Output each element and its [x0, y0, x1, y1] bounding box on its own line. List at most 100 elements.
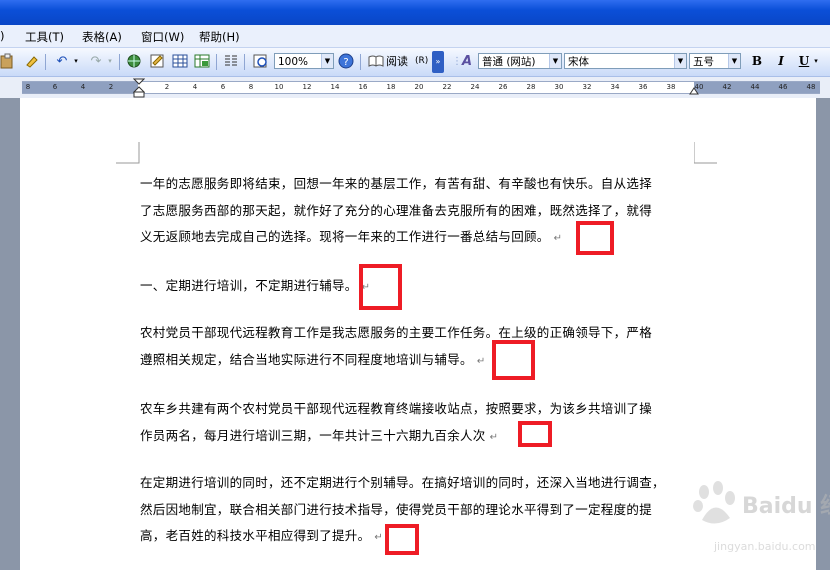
watermark-url: jingyan.baidu.com: [714, 540, 816, 553]
ruler-tick: 14: [330, 83, 340, 91]
ruler-tick: 20: [414, 83, 424, 91]
underline-dropdown-icon[interactable]: ▾: [812, 53, 820, 70]
ruler-tick: 8: [25, 83, 31, 91]
ruler-tick: 2: [108, 83, 114, 91]
ruler-tick: 44: [750, 83, 760, 91]
formatting-toolbar: ↶ ▾ ↷ ▾ 100% ▼ ? 阅读 (R) » ⋮ A 普通 (网站) ▼ …: [0, 48, 830, 77]
ruler-tick: 6: [220, 83, 226, 91]
baidu-paw-icon: [693, 481, 735, 524]
font-size-value: 五号: [693, 56, 714, 68]
menu-item-format-partial[interactable]: ): [0, 29, 5, 43]
ruler-tick: 18: [386, 83, 396, 91]
style-combo[interactable]: 普通 (网站) ▼: [478, 53, 562, 69]
ruler-tick: 16: [358, 83, 368, 91]
chevron-down-icon[interactable]: ▼: [728, 54, 740, 68]
ruler-tick: 28: [526, 83, 536, 91]
redo-dropdown-icon[interactable]: ▾: [106, 53, 114, 70]
left-gutter: [0, 98, 20, 570]
toolbar-grip: ⋮: [452, 56, 462, 67]
undo-icon[interactable]: ↶: [52, 53, 72, 70]
book-icon: [368, 53, 384, 70]
hyperlink-icon[interactable]: [126, 53, 142, 70]
help-icon[interactable]: ?: [338, 53, 354, 70]
right-indent-marker[interactable]: [689, 85, 699, 95]
ruler-tick: 36: [638, 83, 648, 91]
toolbar-options-icon[interactable]: »: [432, 51, 444, 73]
zoom-value: 100%: [278, 56, 309, 68]
columns-icon[interactable]: [223, 53, 239, 70]
ruler-tick: 38: [666, 83, 676, 91]
ruler-tick: 26: [498, 83, 508, 91]
format-painter-icon[interactable]: [24, 53, 40, 70]
chevron-down-icon[interactable]: ▼: [321, 54, 333, 68]
watermark-brand: Baidu 经验: [742, 494, 830, 519]
italic-button[interactable]: I: [772, 53, 790, 70]
insert-table-icon[interactable]: [172, 53, 188, 70]
chevron-down-icon[interactable]: ▼: [549, 54, 561, 68]
toolbar-separator: [360, 54, 361, 70]
font-value: 宋体: [568, 56, 589, 68]
text-line: 农车乡共建有两个农村党员干部现代远程教育终端接收站点，按照要求，为该乡共培训了操: [140, 401, 653, 416]
ruler-tick: 24: [470, 83, 480, 91]
read-hotkey: (R): [415, 56, 429, 66]
paragraph-mark-icon: ↵: [476, 355, 486, 367]
chevron-down-icon[interactable]: ▼: [674, 54, 686, 68]
underline-button[interactable]: U: [796, 53, 812, 70]
ruler-tick: 6: [52, 83, 58, 91]
annotation-highlight-box: [576, 221, 614, 255]
tables-borders-icon[interactable]: [149, 53, 165, 70]
menu-item-tools[interactable]: 工具(T): [25, 29, 64, 45]
ruler-tick: 34: [610, 83, 620, 91]
document-map-icon[interactable]: [252, 53, 270, 70]
text-line: 一年的志愿服务即将结束，回想一年来的基层工作，有苦有甜、有辛酸也有快乐。自从选择: [140, 176, 653, 191]
read-label: 阅读: [386, 55, 408, 68]
text-line: 然后因地制宜，联合相关部门进行技术指导，使得党员干部的理论水平得到了一定程度的提: [140, 501, 653, 517]
styles-formatting-icon[interactable]: A: [458, 53, 476, 70]
ruler-tick: 22: [442, 83, 452, 91]
annotation-highlight-box: [492, 340, 535, 380]
margin-corner-mark-left: [116, 142, 140, 164]
paragraph-stations[interactable]: 农车乡共建有两个农村党员干部现代远程教育终端接收站点，按照要求，为该乡共培训了操…: [140, 396, 696, 449]
ruler-tick: 2: [164, 83, 170, 91]
menu-item-help[interactable]: 帮助(H): [199, 29, 240, 45]
paragraph-mark-icon: ↵: [489, 431, 499, 443]
ruler-tick: 12: [302, 83, 312, 91]
read-button[interactable]: 阅读: [386, 53, 414, 70]
menu-bar: ) 工具(T) 表格(A) 窗口(W) 帮助(H): [0, 25, 830, 48]
window-title-bar: [0, 0, 830, 25]
style-value: 普通 (网站): [482, 56, 536, 68]
ruler-tick: 42: [722, 83, 732, 91]
text-line: 作员两名，每月进行培训三期，一年共计三十六期九百余人次 ↵: [140, 423, 696, 450]
annotation-highlight-box: [359, 264, 402, 310]
toolbar-separator: [244, 54, 245, 70]
horizontal-ruler: 8 6 4 2 2 4 6 8 10 12 14 16 18 20 22 24 …: [0, 77, 830, 99]
margin-corner-mark-right: [694, 142, 717, 164]
paragraph-mark-icon: ↵: [553, 233, 563, 244]
font-size-combo[interactable]: 五号 ▼: [689, 53, 741, 69]
ruler-tick: 30: [554, 83, 564, 91]
text-line: 农村党员干部现代远程教育工作是我志愿服务的主要工作任务。在上级的正确领导下，严格: [140, 325, 653, 340]
text-line: 在定期进行培训的同时，还不定期进行个别辅导。在搞好培训的同时，还深入当地进行调查…: [140, 475, 665, 490]
paragraph-work[interactable]: 农村党员干部现代远程教育工作是我志愿服务的主要工作任务。在上级的正确领导下，严格…: [140, 320, 696, 373]
font-combo[interactable]: 宋体 ▼: [564, 53, 687, 69]
ruler-tick: 4: [192, 83, 198, 91]
ruler-tick: 10: [274, 83, 284, 91]
first-line-indent-marker[interactable]: [133, 78, 145, 98]
paragraph-mark-icon: ↵: [374, 532, 384, 543]
paragraph-heading[interactable]: 一、定期进行培训，不定期进行辅导。 ↵: [140, 273, 696, 300]
menu-item-table[interactable]: 表格(A): [82, 29, 122, 45]
annotation-highlight-box: [518, 421, 552, 447]
ruler-tick: 32: [582, 83, 592, 91]
ruler-tick: 46: [778, 83, 788, 91]
insert-excel-icon[interactable]: [194, 53, 210, 70]
ruler-tick: 8: [248, 83, 254, 91]
undo-dropdown-icon[interactable]: ▾: [72, 53, 80, 70]
text-line: 一、定期进行培训，不定期进行辅导。 ↵: [140, 273, 696, 300]
ruler-tick: 4: [80, 83, 86, 91]
bold-button[interactable]: B: [748, 53, 766, 70]
menu-item-window[interactable]: 窗口(W): [141, 29, 184, 45]
text-line: 遵照相关规定，结合当地实际进行不同程度地培训与辅导。 ↵: [140, 347, 696, 374]
zoom-combo[interactable]: 100% ▼: [274, 53, 334, 69]
redo-icon[interactable]: ↷: [86, 53, 106, 70]
paste-icon[interactable]: [0, 53, 16, 70]
